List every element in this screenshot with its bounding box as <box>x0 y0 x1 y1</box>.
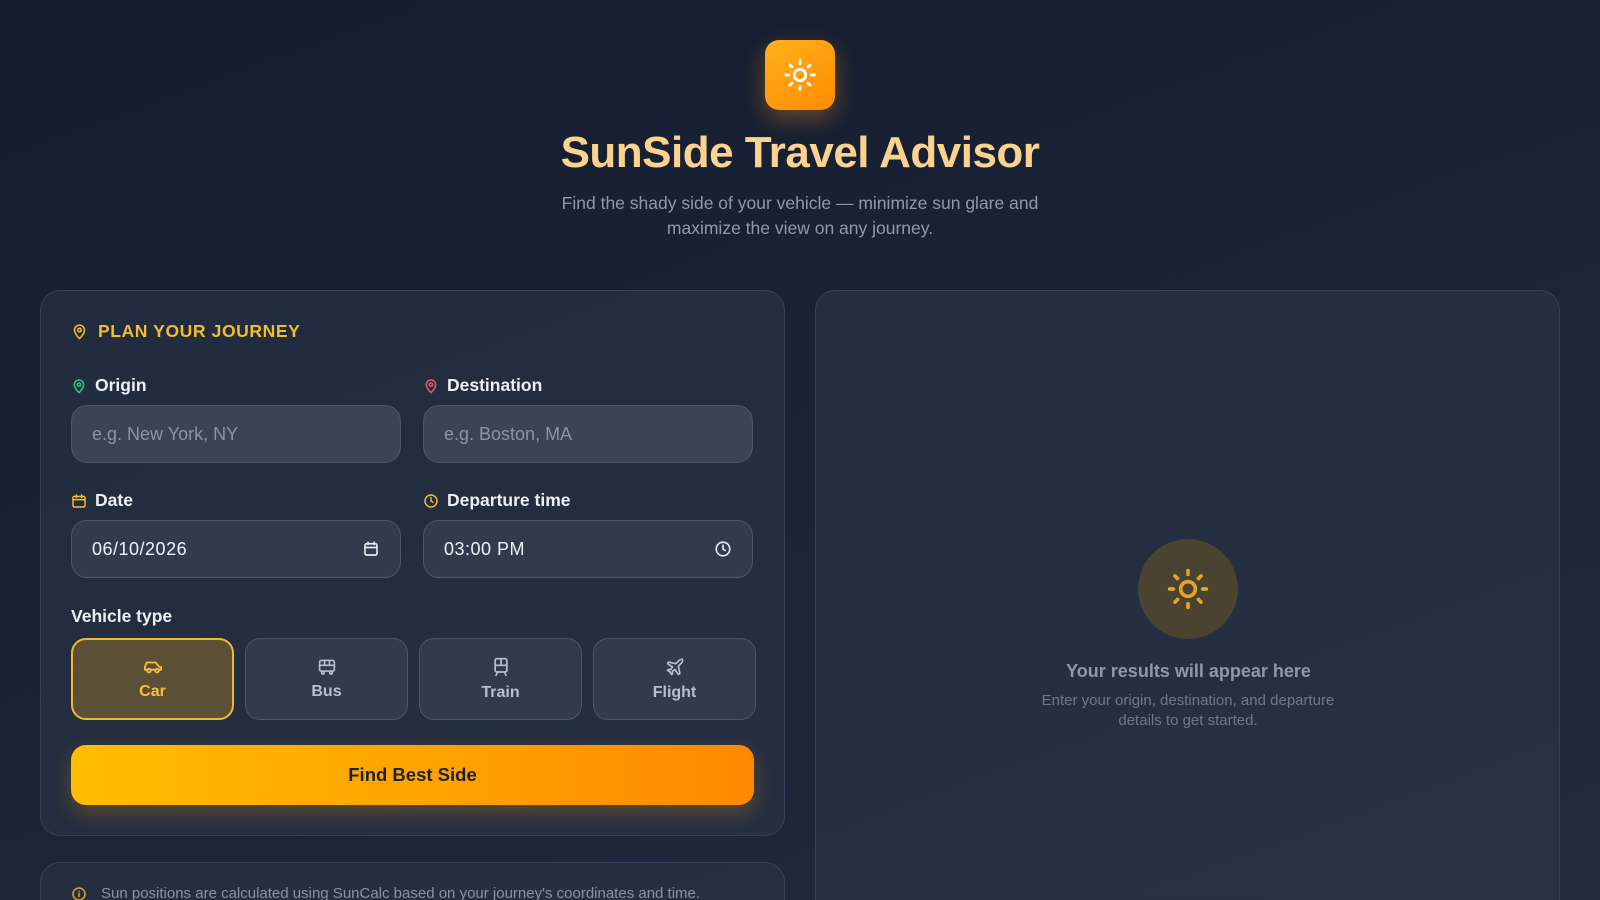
destination-input[interactable] <box>444 423 732 445</box>
journey-form-card: PLAN YOUR JOURNEY Origin Destination Dat… <box>40 290 785 836</box>
calendar-icon[interactable] <box>362 540 380 558</box>
date-field[interactable]: 06/10/2026 <box>71 520 401 578</box>
vehicle-option-train[interactable]: Train <box>419 638 582 720</box>
time-label-text: Departure time <box>447 490 571 510</box>
origin-field[interactable] <box>71 405 401 463</box>
vehicle-option-bus[interactable]: Bus <box>245 638 408 720</box>
results-panel: Your results will appear here Enter your… <box>815 290 1560 900</box>
vehicle-option-label: Bus <box>311 682 342 700</box>
vehicle-option-label: Car <box>139 682 166 700</box>
time-label: Departure time <box>423 490 571 511</box>
destination-field[interactable] <box>423 405 753 463</box>
section-title: PLAN YOUR JOURNEY <box>98 321 301 341</box>
origin-label: Origin <box>71 375 147 396</box>
vehicle-type-group: Car Bus Train Flight <box>71 638 756 720</box>
vehicle-option-label: Flight <box>652 683 697 701</box>
vehicle-type-label: Vehicle type <box>71 606 173 626</box>
bus-icon <box>318 659 335 675</box>
destination-label: Destination <box>423 375 542 396</box>
results-placeholder-icon <box>1138 539 1238 639</box>
origin-label-text: Origin <box>95 375 147 395</box>
info-note-text: Sun positions are calculated using SunCa… <box>101 885 701 900</box>
calendar-icon <box>72 493 86 508</box>
info-note-card: Sun positions are calculated using SunCa… <box>40 862 785 900</box>
clock-icon <box>424 493 438 508</box>
map-pin-icon <box>73 378 85 393</box>
results-placeholder-subtitle: Enter your origin, destination, and depa… <box>1041 692 1335 729</box>
sun-icon <box>784 59 816 91</box>
page-title: SunSide Travel Advisor <box>560 128 1040 177</box>
date-value: 06/10/2026 <box>92 538 188 559</box>
map-pin-icon <box>73 324 86 340</box>
vehicle-option-label: Train <box>481 683 520 701</box>
plane-icon <box>666 658 683 675</box>
page-subtitle: Find the shady side of your vehicle — mi… <box>561 193 1039 238</box>
sun-icon <box>1167 568 1209 610</box>
clock-icon[interactable] <box>714 540 732 558</box>
app-logo <box>765 40 835 110</box>
results-placeholder-title: Your results will appear here <box>1066 661 1311 681</box>
info-icon <box>72 886 86 900</box>
date-label: Date <box>71 490 133 511</box>
train-icon <box>493 657 508 676</box>
car-icon <box>143 661 162 673</box>
vehicle-option-car[interactable]: Car <box>71 638 234 720</box>
date-label-text: Date <box>95 490 133 510</box>
section-header: PLAN YOUR JOURNEY <box>71 321 300 342</box>
find-best-side-button[interactable]: Find Best Side <box>71 745 754 805</box>
destination-label-text: Destination <box>447 375 543 395</box>
time-value: 03:00 PM <box>444 538 526 559</box>
origin-input[interactable] <box>92 423 380 445</box>
vehicle-option-flight[interactable]: Flight <box>593 638 756 720</box>
time-field[interactable]: 03:00 PM <box>423 520 753 578</box>
info-note: Sun positions are calculated using SunCa… <box>71 885 700 900</box>
map-pin-icon <box>425 378 437 393</box>
